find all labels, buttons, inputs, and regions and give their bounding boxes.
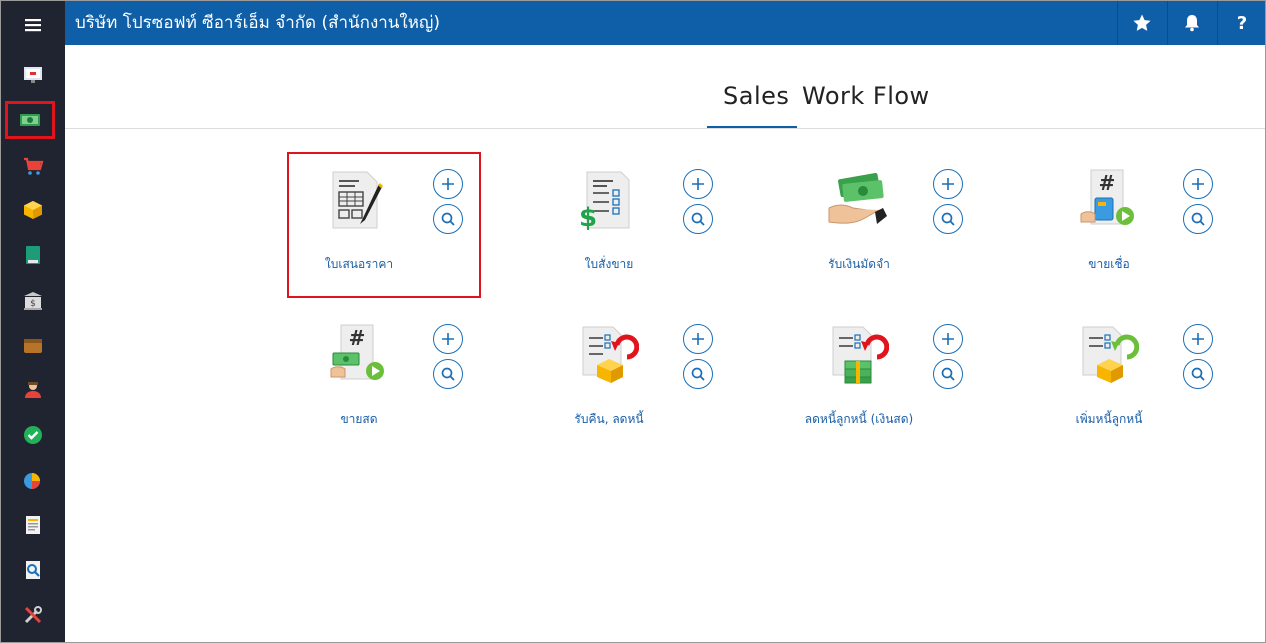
hamburger-icon [24,18,41,31]
card-deposit: รับเงินมัดจำ [787,152,981,298]
add-credit-sale-button[interactable] [1183,169,1213,199]
plus-icon [692,178,704,190]
magnifier-icon [941,367,955,381]
hamburger-menu-button[interactable] [0,2,65,47]
money-hand-icon [828,172,887,224]
card-label[interactable]: ใบสั่งขาย [537,255,681,274]
tab-work-flow[interactable]: Work Flow [802,82,930,110]
star-icon [1133,14,1151,31]
pie-chart-icon [23,472,40,489]
bank-icon: $ [23,291,42,310]
svg-text:#: # [349,326,366,350]
card-label[interactable]: ลดหนี้ลูกหนี้ (เงินสด) [787,410,931,429]
cash-return-icon [832,326,889,384]
sidebar-item-wallet[interactable] [0,322,65,367]
sidebar-item-report[interactable] [0,457,65,502]
card-debtor-reduction-cash: ลดหนี้ลูกหนี้ (เงินสด) [787,307,981,453]
svg-text:#: # [1099,171,1116,195]
card-sales-order: $ ใบสั่งขาย [537,152,731,298]
search-credit-sale-button[interactable] [1183,204,1213,234]
search-deposit-button[interactable] [933,204,963,234]
check-icon [23,425,42,444]
favorite-button[interactable] [1117,0,1166,45]
sidebar-item-bank[interactable]: $ [0,278,65,323]
debit-note-icon [1082,326,1139,383]
top-bar: บริษัท โปรซอฟท์ ซีอาร์เอ็ม จำกัด (สำนักง… [65,0,1266,45]
box-icon [23,200,42,219]
plus-icon [942,333,954,345]
document-icon [25,515,40,534]
add-debtor-reduction-button[interactable] [933,324,963,354]
add-sales-order-button[interactable] [683,169,713,199]
plus-icon [1192,178,1204,190]
selected-card-highlight [287,152,481,298]
search-sales-order-button[interactable] [683,204,713,234]
add-return-button[interactable] [683,324,713,354]
card-label[interactable]: เพิ่มหนี้ลูกหนี้ [1037,410,1181,429]
sidebar-item-inventory[interactable] [0,187,65,232]
return-goods-icon [582,326,639,383]
add-deposit-button[interactable] [933,169,963,199]
sidebar-item-search[interactable] [0,547,65,592]
magnifier-icon [1191,212,1205,226]
magnifier-icon [1191,367,1205,381]
plus-icon [442,333,454,345]
tabs-divider [65,128,1266,129]
bell-icon [1185,14,1199,31]
plus-icon [1192,333,1204,345]
card-label[interactable]: ขายสด [287,410,431,429]
sidebar-item-dashboard[interactable] [0,52,65,97]
plus-icon [692,333,704,345]
cash-sale-icon: # [330,324,384,380]
tab-sales[interactable]: Sales [723,82,789,110]
wallet-icon [23,338,42,353]
search-return-button[interactable] [683,359,713,389]
magnifier-icon [691,367,705,381]
book-icon [25,245,40,264]
card-label[interactable]: รับเงินมัดจำ [787,255,931,274]
sidebar-item-settings[interactable] [0,592,65,637]
search-debtor-reduction-button[interactable] [933,359,963,389]
cart-icon [23,157,43,175]
card-return-credit-note: รับคืน, ลดหนี้ [537,307,731,453]
company-name: บริษัท โปรซอฟท์ ซีอาร์เอ็ม จำกัด (สำนักง… [75,13,441,33]
sidebar-item-hr[interactable] [0,367,65,412]
tools-icon [24,605,42,623]
credit-sale-icon: # [1080,169,1134,225]
card-label[interactable]: รับคืน, ลดหนี้ [537,410,681,429]
add-debtor-increase-button[interactable] [1183,324,1213,354]
person-icon [24,381,41,398]
help-button[interactable]: ? [1217,0,1266,45]
magnifier-icon [441,367,455,381]
card-credit-sale: # ขายเชื่อ [1037,152,1231,298]
magnifier-icon [691,212,705,226]
money-icon [20,114,40,126]
sidebar-item-approve[interactable] [0,412,65,457]
monitor-icon [23,66,42,83]
question-icon: ? [1237,13,1247,33]
svg-text:$: $ [579,203,597,232]
svg-text:$: $ [30,299,36,309]
sidebar: $ [0,0,65,643]
search-document-icon [25,560,40,579]
card-debtor-increase: เพิ่มหนี้ลูกหนี้ [1037,307,1231,453]
search-debtor-increase-button[interactable] [1183,359,1213,389]
sidebar-item-ledger[interactable] [0,232,65,277]
card-label[interactable]: ขายเชื่อ [1037,255,1181,274]
sidebar-item-purchase[interactable] [0,143,65,188]
magnifier-icon [941,212,955,226]
svg-text:?: ? [1237,13,1247,33]
search-cash-sale-button[interactable] [433,359,463,389]
plus-icon [942,178,954,190]
add-cash-sale-button[interactable] [433,324,463,354]
sidebar-item-sales[interactable] [5,101,55,139]
notification-button[interactable] [1167,0,1216,45]
sidebar-item-document[interactable] [0,502,65,547]
card-cash-sale: # ขายสด [287,307,481,453]
sales-order-icon: $ [579,171,630,232]
